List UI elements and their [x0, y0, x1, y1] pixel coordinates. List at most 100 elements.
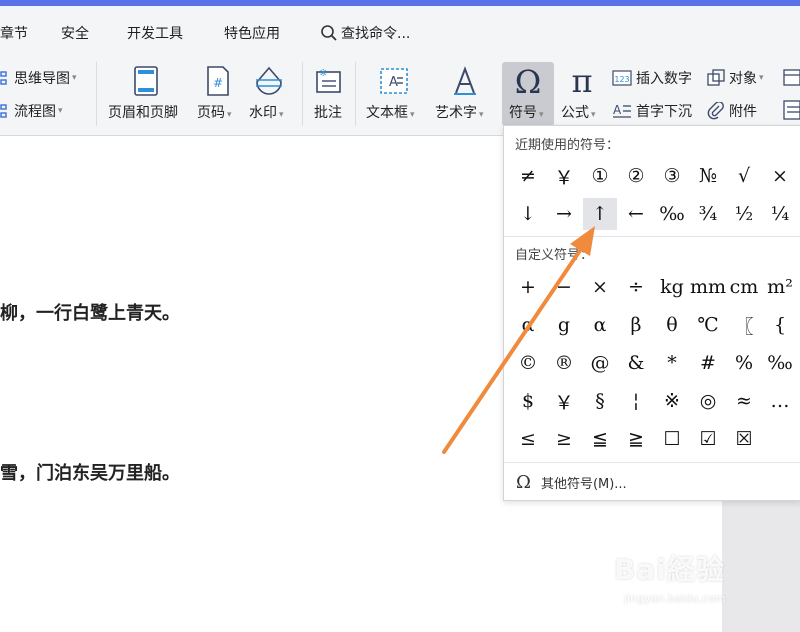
textbox-button[interactable]: 文本框 ▾ — [366, 102, 415, 122]
custom-symbol-38[interactable]: ☒ — [727, 423, 761, 455]
omega-icon: Ω — [510, 63, 546, 102]
custom-symbol-18[interactable]: @ — [583, 347, 617, 379]
symbol-button-label: 符号 ▾ — [509, 102, 544, 122]
custom-symbol-5[interactable]: mm — [690, 271, 726, 303]
document-part-icon[interactable] — [783, 100, 800, 124]
recent-symbol-14[interactable]: ½ — [727, 198, 761, 230]
page-number-icon[interactable]: # — [205, 66, 231, 100]
insert-number-label: 插入数字 — [636, 71, 692, 87]
custom-symbol-7[interactable]: m² — [763, 271, 797, 303]
more-symbols-button[interactable]: Ω 其他符号(M)... — [516, 472, 627, 493]
custom-symbol-2[interactable]: × — [583, 271, 617, 303]
ribbon-divider — [355, 62, 356, 126]
custom-symbol-12[interactable]: θ — [655, 309, 689, 341]
flowchart-icon — [0, 104, 7, 118]
date-icon[interactable] — [783, 68, 800, 90]
recent-symbol-10[interactable]: ↑ — [583, 198, 617, 230]
object-button[interactable]: 对象 ▾ — [707, 68, 764, 88]
custom-symbol-6[interactable]: cm — [727, 271, 761, 303]
chevron-down-icon: ▾ — [539, 110, 544, 120]
wordart-icon[interactable] — [450, 66, 480, 100]
formula-label: 公式 — [561, 105, 589, 121]
recent-symbol-3[interactable]: ② — [619, 160, 653, 192]
ribbon-divider — [302, 62, 303, 126]
custom-symbol-20[interactable]: * — [655, 347, 689, 379]
flowchart-label: 流程图 — [14, 104, 56, 120]
custom-symbol-26[interactable]: § — [583, 385, 617, 417]
recent-symbol-12[interactable]: ‰ — [655, 198, 689, 230]
custom-symbol-25[interactable]: ￥ — [547, 385, 581, 417]
custom-symbol-33[interactable]: ≥ — [547, 423, 581, 455]
pi-icon[interactable]: π — [564, 62, 600, 102]
custom-symbol-8[interactable]: α — [511, 309, 545, 341]
recent-symbol-7[interactable]: × — [763, 160, 797, 192]
recent-symbol-5[interactable]: № — [691, 160, 725, 192]
custom-symbol-35[interactable]: ≧ — [619, 423, 653, 455]
custom-symbol-27[interactable]: ¦ — [619, 385, 653, 417]
menu-security[interactable]: 安全 — [61, 23, 89, 43]
custom-symbol-15[interactable]: { — [763, 309, 797, 341]
custom-symbol-24[interactable]: $ — [511, 385, 545, 417]
comment-label[interactable]: 批注 — [314, 102, 342, 122]
custom-symbol-28[interactable]: ※ — [655, 385, 689, 417]
custom-symbol-22[interactable]: % — [727, 347, 761, 379]
comment-icon[interactable]: ※ — [313, 66, 343, 100]
recent-symbol-8[interactable]: ↓ — [511, 198, 545, 230]
custom-symbol-17[interactable]: ® — [547, 347, 581, 379]
recent-symbol-13[interactable]: ¾ — [691, 198, 725, 230]
custom-symbol-32[interactable]: ≤ — [511, 423, 545, 455]
custom-symbol-30[interactable]: ≈ — [727, 385, 761, 417]
ribbon-toolbar: 思维导图 ▾ 流程图 ▾ 页眉和页脚 # 页码 ▾ 水印 ▾ ※ 批注 A 文本框 ▾ 艺… — [0, 56, 800, 136]
flowchart-button[interactable]: 流程图 ▾ — [0, 101, 63, 121]
insert-number-button[interactable]: 123 插入数字 — [612, 68, 692, 88]
attachment-button[interactable]: 附件 — [707, 101, 757, 121]
command-search[interactable]: 查找命令... — [320, 23, 410, 43]
page-number-button[interactable]: 页码 ▾ — [197, 102, 232, 122]
header-footer-icon[interactable] — [133, 66, 159, 100]
custom-symbol-19[interactable]: & — [619, 347, 653, 379]
custom-symbol-16[interactable]: © — [511, 347, 545, 379]
ribbon-divider — [96, 62, 97, 126]
recent-symbol-9[interactable]: → — [547, 198, 581, 230]
recent-symbol-6[interactable]: √ — [727, 160, 761, 192]
custom-symbol-3[interactable]: ÷ — [619, 271, 653, 303]
mindmap-button[interactable]: 思维导图 ▾ — [0, 68, 77, 88]
formula-button[interactable]: 公式 ▾ — [561, 102, 596, 122]
custom-symbol-14[interactable]: 〖 — [727, 309, 761, 341]
custom-symbol-0[interactable]: + — [511, 271, 545, 303]
menu-developer-tools[interactable]: 开发工具 — [127, 23, 183, 43]
textbox-icon[interactable]: A — [379, 66, 409, 100]
watermark-icon[interactable] — [254, 66, 284, 100]
header-footer-label[interactable]: 页眉和页脚 — [108, 102, 178, 122]
custom-symbol-23[interactable]: ‰ — [763, 347, 797, 379]
panel-divider — [504, 462, 800, 463]
recent-symbol-0[interactable]: ≠ — [511, 160, 545, 192]
custom-symbol-37[interactable]: ☑ — [691, 423, 725, 455]
custom-symbol-13[interactable]: ℃ — [691, 309, 725, 341]
dropcap-button[interactable]: A 首字下沉 — [612, 101, 692, 121]
custom-symbol-34[interactable]: ≦ — [583, 423, 617, 455]
custom-symbol-9[interactable]: g — [547, 309, 581, 341]
wordart-button[interactable]: 艺术字 ▾ — [435, 102, 484, 122]
custom-symbol-10[interactable]: α — [583, 309, 617, 341]
recent-symbol-11[interactable]: ← — [619, 198, 653, 230]
watermark-button[interactable]: 水印 ▾ — [249, 102, 284, 122]
page-number-label: 页码 — [197, 105, 225, 121]
recent-symbol-15[interactable]: ¼ — [763, 198, 797, 230]
custom-symbol-31[interactable]: … — [763, 385, 797, 417]
custom-symbol-11[interactable]: β — [619, 309, 653, 341]
menu-featured-apps[interactable]: 特色应用 — [224, 23, 280, 43]
custom-symbol-36[interactable]: ☐ — [655, 423, 689, 455]
custom-symbol-21[interactable]: # — [691, 347, 725, 379]
menu-chapter[interactable]: 章节 — [0, 23, 28, 43]
svg-text:123: 123 — [614, 75, 629, 84]
baidu-watermark: Bai経验 jingyan.baidu.com — [614, 548, 726, 605]
recent-symbol-1[interactable]: ￥ — [547, 160, 581, 192]
custom-symbol-4[interactable]: kg — [655, 271, 689, 303]
chevron-down-icon: ▾ — [72, 73, 77, 83]
custom-symbol-29[interactable]: ◎ — [691, 385, 725, 417]
number-icon: 123 — [612, 70, 632, 86]
recent-symbol-2[interactable]: ① — [583, 160, 617, 192]
recent-symbol-4[interactable]: ③ — [655, 160, 689, 192]
custom-symbol-1[interactable]: − — [547, 271, 581, 303]
